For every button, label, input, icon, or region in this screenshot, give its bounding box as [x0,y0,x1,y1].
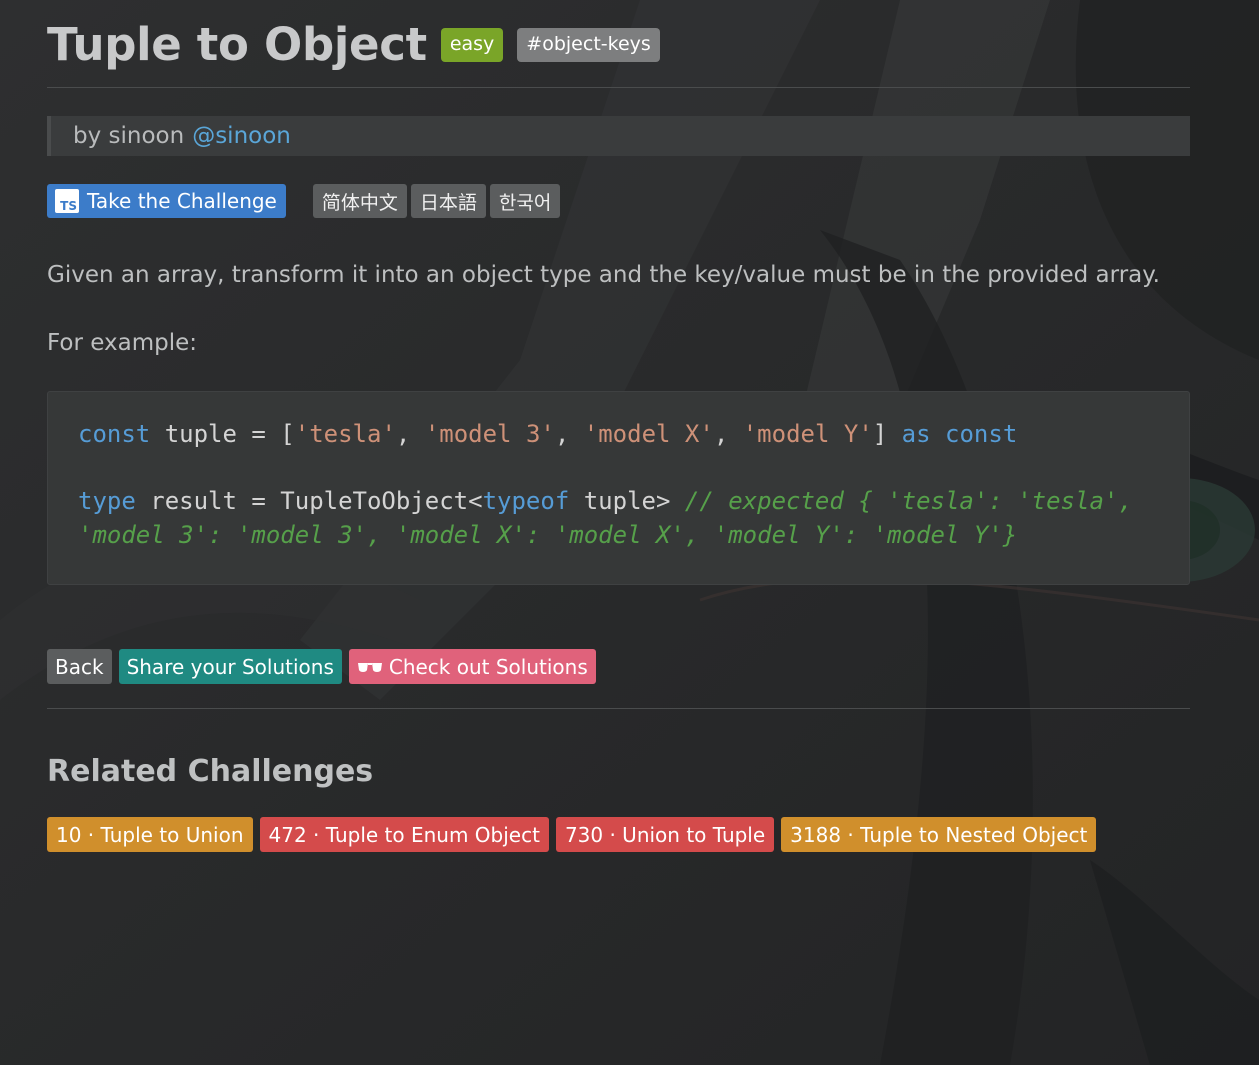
code-token: result = TupleToObject< [135,487,483,515]
code-token: ] [872,420,902,448]
action-buttons: Back Share your Solutions Check out Solu… [47,649,603,684]
example-label: For example: [47,330,197,356]
take-challenge-button[interactable]: TS Take the Challenge [47,184,286,218]
code-line-3: 'model 3': 'model 3', 'model X': 'model … [78,519,1189,553]
author-handle-link[interactable]: @sinoon [192,123,291,149]
challenge-description: Given an array, transform it into an obj… [47,262,1160,288]
related-challenge-link[interactable]: 3188 · Tuple to Nested Object [781,817,1097,852]
related-challenge-link[interactable]: 730 · Union to Tuple [555,817,775,852]
lang-zh-button[interactable]: 简体中文 [312,184,407,218]
check-solutions-button[interactable]: Check out Solutions [348,649,596,684]
code-token: const [945,420,1018,448]
code-token: , [554,420,584,448]
related-challenge-link[interactable]: 472 · Tuple to Enum Object [259,817,549,852]
code-token: as [901,420,931,448]
code-token: 'model 3' [424,420,555,448]
code-token: const [78,420,151,448]
code-line-2: type result = TupleToObject<typeof tuple… [78,485,1189,519]
code-token: , [395,420,425,448]
code-token: type [78,487,136,515]
challenge-buttons: TS Take the Challenge 简体中文 日本語 한국어 [47,184,561,218]
back-button[interactable]: Back [47,649,112,684]
related-challenges-title: Related Challenges [47,754,374,789]
code-comment: 'model 3': 'model 3', 'model X': 'model … [78,520,1018,549]
code-token: tuple> [569,487,685,515]
code-token: tuple = [ [150,420,295,448]
tag-badge[interactable]: #object-keys [517,27,660,62]
ts-icon: TS [55,189,79,213]
code-comment: // expected { 'tesla': 'tesla', [684,487,1133,515]
related-challenge-link[interactable]: 10 · Tuple to Union [47,817,253,852]
code-token: 'tesla' [294,420,396,448]
title-row: Tuple to Object easy #object-keys [47,18,660,71]
share-solutions-button[interactable]: Share your Solutions [118,649,342,684]
code-token: typeof [482,487,570,515]
author-blockquote: by sinoon @sinoon [47,116,1190,156]
related-challenges-list: 10 · Tuple to Union 472 · Tuple to Enum … [47,817,1103,852]
code-token: , [713,420,743,448]
code-line-1: const tuple = ['tesla', 'model 3', 'mode… [78,418,1189,452]
lang-ko-button[interactable]: 한국어 [489,184,561,218]
author-by-text: by sinoon [73,123,185,149]
actions-divider [47,708,1190,709]
title-divider [47,87,1190,88]
lang-ja-button[interactable]: 日本語 [410,184,486,218]
glasses-icon [357,655,383,679]
code-token: 'model X' [583,420,714,448]
check-solutions-label: Check out Solutions [388,654,588,679]
code-block: const tuple = ['tesla', 'model 3', 'mode… [47,391,1190,585]
page-title: Tuple to Object [47,18,427,71]
take-challenge-label: Take the Challenge [87,189,277,213]
code-token: 'model Y' [742,420,873,448]
difficulty-badge: easy [440,27,504,62]
